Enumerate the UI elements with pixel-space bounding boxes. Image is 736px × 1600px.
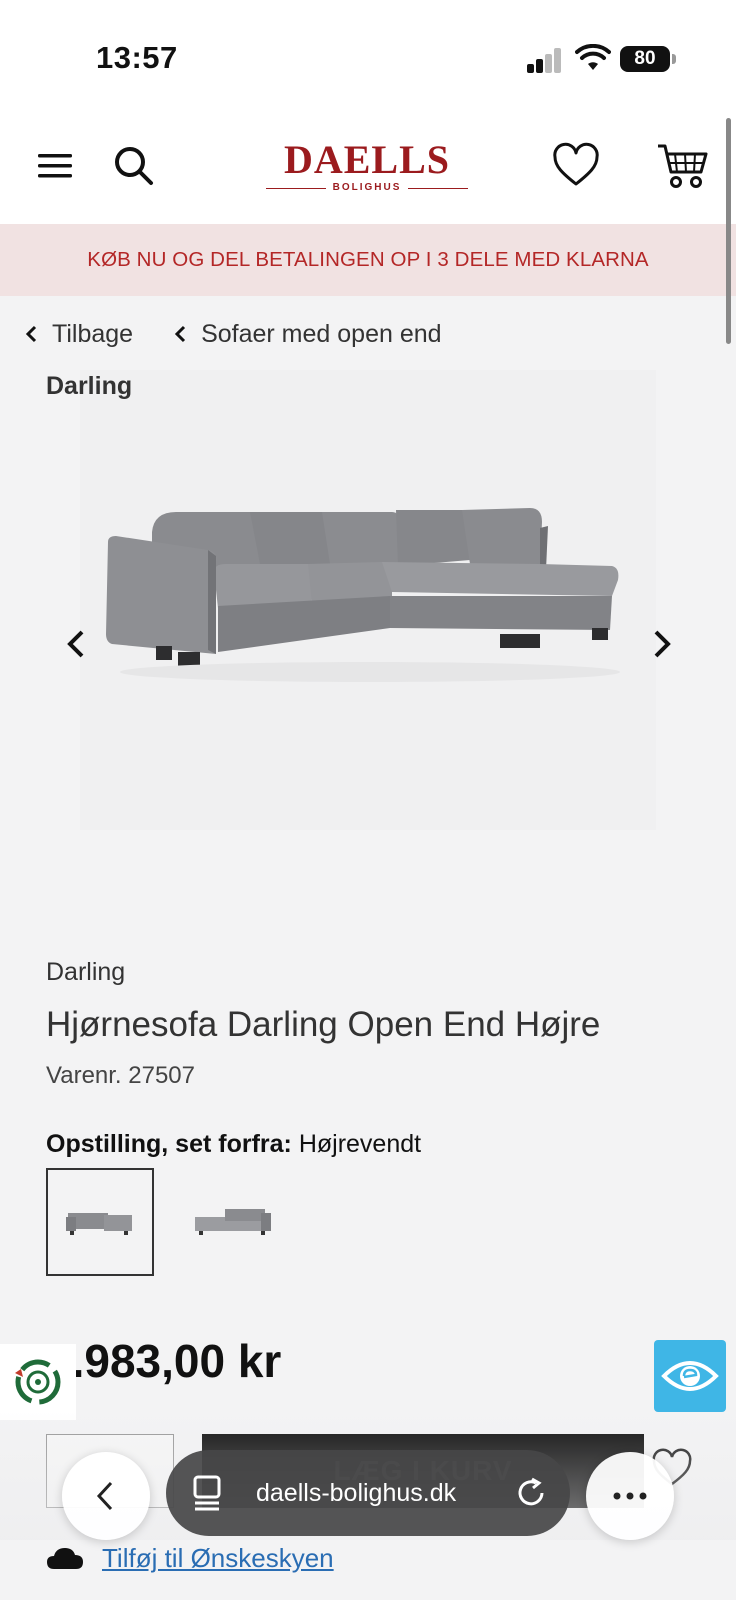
add-to-wishlist-link[interactable]: Tilføj til Ønskeskyen [102,1543,334,1574]
variant-left-facing[interactable] [176,1168,284,1276]
wishlist-link-row[interactable]: Tilføj til Ønskeskyen [46,1540,334,1576]
eye-icon [661,1361,719,1391]
browser-url: daells-bolighus.dk [256,1479,457,1507]
cloud-icon [47,1548,83,1569]
corner-sofa-image [106,508,620,682]
chevron-left-icon [96,1481,113,1511]
variant-sofa-thumbnail [195,1209,271,1235]
browser-back-button[interactable] [62,1452,150,1540]
more-dots-icon [613,1492,647,1500]
status-bar: 13:57 80 [0,0,736,112]
back-link-label: Tilbage [52,319,134,348]
recycle-icon [15,1359,61,1405]
chevron-left-icon [174,325,186,343]
breadcrumb: Tilbage Sofaer med open end [20,316,442,352]
heart-icon[interactable] [552,142,600,190]
product-price: 1.983,00 kr [46,1335,282,1387]
recycle-badge[interactable] [0,1344,76,1420]
option-value: Højrevendt [298,1130,422,1158]
configuration-option: Opstilling, set forfra: Højrevendt [46,1130,421,1159]
cart-icon[interactable] [656,142,708,190]
accessibility-badge[interactable] [654,1340,726,1412]
browser-address-bar[interactable]: daells-bolighus.dk [166,1450,570,1536]
variant-right-facing[interactable] [46,1168,154,1276]
gallery-next-arrow-icon[interactable] [648,626,676,662]
wifi-icon [575,44,611,70]
search-icon[interactable] [110,142,158,190]
cellular-signal-icon [527,47,563,73]
product-sku: Varenr. 27507 [46,1062,196,1089]
site-header: DAELLS BOLIGHUS [0,112,736,224]
status-time: 13:57 [96,40,178,75]
logo-wordmark: DAELLS [283,137,451,182]
category-link[interactable]: Sofaer med open end [169,319,442,349]
product-tag: Darling [46,372,133,400]
gallery-prev-arrow-icon[interactable] [62,626,90,662]
daells-logo[interactable]: DAELLS BOLIGHUS [266,140,468,196]
klarna-promo-banner[interactable]: KØB NU OG DEL BETALINGEN OP I 3 DELE MED… [0,224,736,296]
browser-more-button[interactable] [586,1452,674,1540]
reload-icon[interactable] [514,1476,548,1510]
hamburger-menu-icon[interactable] [34,142,82,190]
tabs-icon [193,1475,221,1511]
product-brand[interactable]: Darling [46,958,125,987]
option-label: Opstilling, set forfra: [46,1130,292,1158]
page-scrollbar[interactable] [726,118,731,344]
chevron-left-icon [25,325,37,343]
category-link-label: Sofaer med open end [201,319,442,348]
battery-indicator: 80 [620,46,670,72]
back-link[interactable]: Tilbage [20,320,133,349]
variant-sofa-thumbnail [66,1213,132,1235]
logo-subtitle: BOLIGHUS [266,182,468,193]
battery-nub [672,54,676,64]
product-title: Hjørnesofa Darling Open End Højre [46,1005,601,1044]
